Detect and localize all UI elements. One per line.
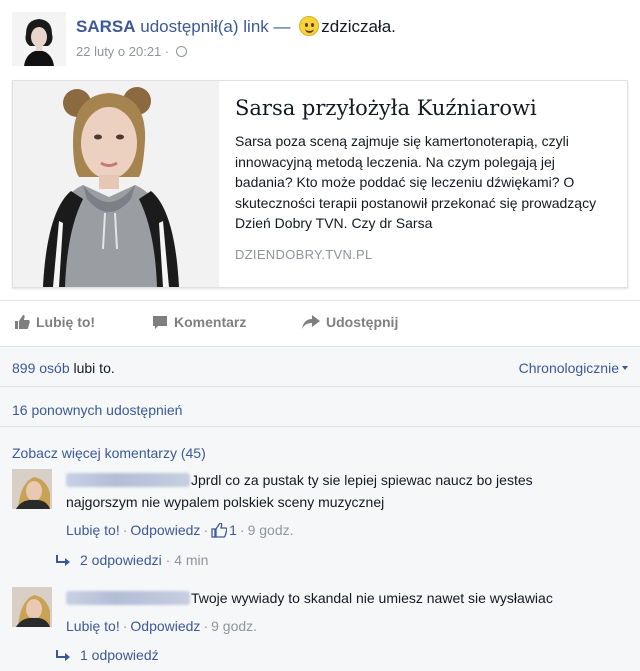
feeling-text: zdziczała.: [321, 17, 396, 36]
post-actions-bar: Lubię to! Komentarz Udostępnij: [0, 300, 640, 346]
post-header: SARSA udostępnił(a) link — zdziczała. 22…: [0, 0, 640, 80]
replies-count-link[interactable]: 1 odpowiedź: [80, 647, 159, 663]
meta-separator: ·: [203, 522, 209, 538]
meta-separator: ·: [122, 618, 128, 634]
commenter-avatar-image: [12, 469, 52, 509]
comment-content: Jprdl co za pustak ty sie lepiej spiewac…: [66, 469, 606, 513]
shares-link[interactable]: 16 ponownych udostępnień: [12, 402, 182, 418]
comment-reply-link[interactable]: Odpowiedz: [130, 618, 200, 634]
shares-row: 16 ponownych udostępnień: [0, 387, 640, 427]
commenter-avatar-image: [12, 587, 52, 627]
comment-meta: Lubię to! · Odpowiedz · 1 · 9 godz.: [66, 519, 606, 541]
smiley-feeling-icon: [299, 16, 320, 36]
comment-time[interactable]: 9 godz.: [211, 618, 257, 634]
thumbs-up-icon: [15, 315, 30, 329]
comment-button[interactable]: Komentarz: [152, 314, 246, 330]
like-button-label: Lubię to!: [36, 314, 96, 330]
comment-content: Twoje wywiady to skandal nie umiesz nawe…: [66, 587, 606, 609]
share-arrow-icon: [302, 315, 320, 329]
post-timestamp[interactable]: 22 luty o 20:21: [76, 44, 161, 59]
link-description: Sarsa poza sceną zajmuje się kamertonote…: [235, 133, 597, 231]
header-dash: —: [273, 17, 291, 36]
feedback-section: 899 osób lubi to. Chronologicznie 16 pon…: [0, 346, 640, 671]
meta-separator: ·: [203, 618, 209, 634]
replies-toggle[interactable]: 2 odpowiedzi · 4 min: [56, 552, 208, 568]
comment-sort-dropdown[interactable]: Chronologicznie: [519, 360, 628, 376]
replies-count-link[interactable]: 2 odpowiedzi: [80, 552, 162, 568]
caret-down-icon: [622, 366, 628, 370]
sort-label: Chronologicznie: [518, 360, 619, 376]
post-header-line: SARSA udostępnił(a) link — zdziczała.: [76, 16, 396, 37]
thumbs-up-icon: [211, 523, 228, 538]
likes-count-link[interactable]: 899 osób: [12, 360, 70, 376]
comment-button-label: Komentarz: [174, 314, 247, 330]
share-verb: udostępnił(a): [140, 17, 239, 36]
page-name-link[interactable]: SARSA: [76, 17, 136, 36]
link-thumbnail-image: [13, 81, 219, 287]
likes-summary: 899 osób lubi to.: [12, 360, 115, 376]
comment-text: Twoje wywiady to skandal nie umiesz nawe…: [191, 590, 553, 606]
page-avatar[interactable]: [12, 12, 66, 66]
comment-body: Twoje wywiady to skandal nie umiesz nawe…: [66, 587, 606, 637]
comment-reply-link[interactable]: Odpowiedz: [130, 522, 200, 538]
timestamp-separator: ·: [164, 44, 173, 59]
commenter-avatar[interactable]: [12, 469, 52, 509]
post-timestamp-line: 22 luty o 20:21 ·: [76, 44, 187, 59]
meta-separator: ·: [161, 552, 175, 568]
comment-like-link[interactable]: Lubię to!: [66, 618, 120, 634]
comment-author-redacted[interactable]: [66, 473, 190, 487]
likes-row: 899 osób lubi to. Chronologicznie: [0, 347, 640, 387]
view-more-comments-link[interactable]: Zobacz więcej komentarzy (45): [12, 445, 206, 461]
like-button[interactable]: Lubię to!: [14, 314, 95, 330]
commenter-avatar[interactable]: [12, 587, 52, 627]
comment-time[interactable]: 9 godz.: [248, 522, 294, 538]
share-button-label: Udostępnij: [326, 314, 399, 330]
shared-link-word[interactable]: link: [243, 17, 269, 36]
comment-meta: Lubię to! · Odpowiedz · 9 godz.: [66, 615, 606, 637]
page-avatar-image: [12, 12, 66, 66]
link-text-block: Sarsa przyłożyła Kuźniarowi Sarsa poza s…: [235, 95, 615, 262]
comment-icon: [153, 316, 167, 329]
comment-body: Jprdl co za pustak ty sie lepiej spiewac…: [66, 469, 606, 541]
globe-icon[interactable]: [175, 46, 187, 57]
link-title[interactable]: Sarsa przyłożyła Kuźniarowi: [235, 95, 615, 121]
reply-arrow-icon: [56, 555, 70, 566]
replies-time: 4 min: [174, 552, 209, 568]
likes-text: lubi to.: [73, 360, 115, 376]
comment-like-count[interactable]: 1: [229, 522, 237, 538]
meta-separator: ·: [239, 522, 245, 538]
share-button[interactable]: Udostępnij: [302, 314, 398, 330]
comment-like-link[interactable]: Lubię to!: [66, 522, 120, 538]
replies-toggle[interactable]: 1 odpowiedź: [56, 647, 159, 663]
link-preview-card[interactable]: Sarsa przyłożyła Kuźniarowi Sarsa poza s…: [12, 80, 628, 288]
meta-separator: ·: [122, 522, 128, 538]
reply-arrow-icon: [56, 650, 70, 661]
link-domain: DZIENDOBRY.TVN.PL: [235, 246, 373, 262]
link-thumbnail[interactable]: [13, 81, 219, 287]
comment-author-redacted[interactable]: [66, 591, 190, 605]
